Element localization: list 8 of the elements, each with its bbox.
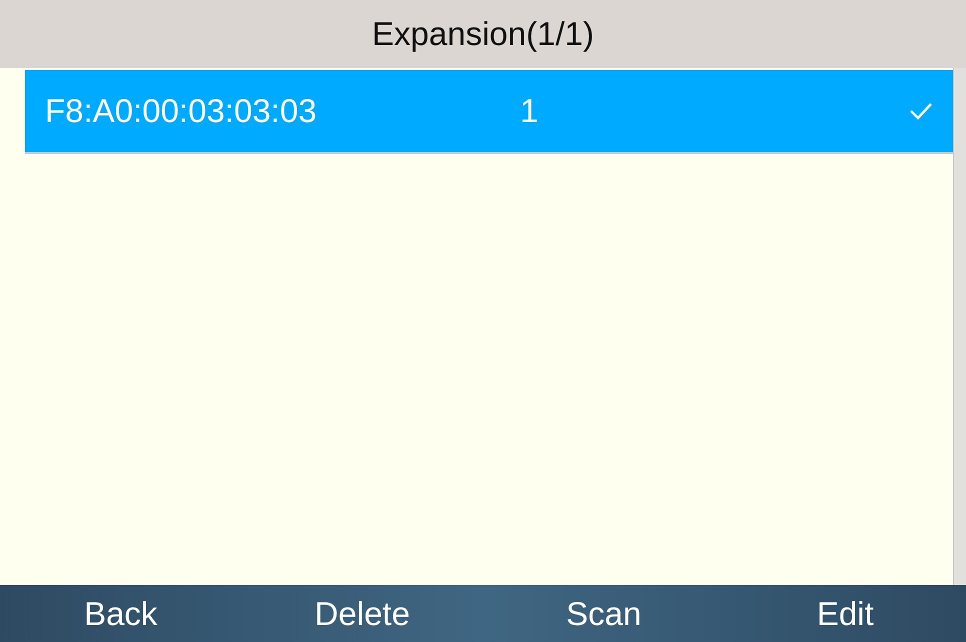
screen-title: Expansion(1/1) (0, 0, 966, 68)
scrollbar[interactable] (953, 68, 966, 585)
row-number: 1 (520, 92, 540, 130)
softkey[interactable]: Edit (816, 594, 874, 632)
mac-address: F8:A0:00:03:03:03 (45, 92, 318, 130)
softkey[interactable]: Delete (314, 594, 410, 632)
softkey[interactable]: Back (84, 594, 158, 632)
softkey[interactable]: Scan (566, 594, 642, 632)
